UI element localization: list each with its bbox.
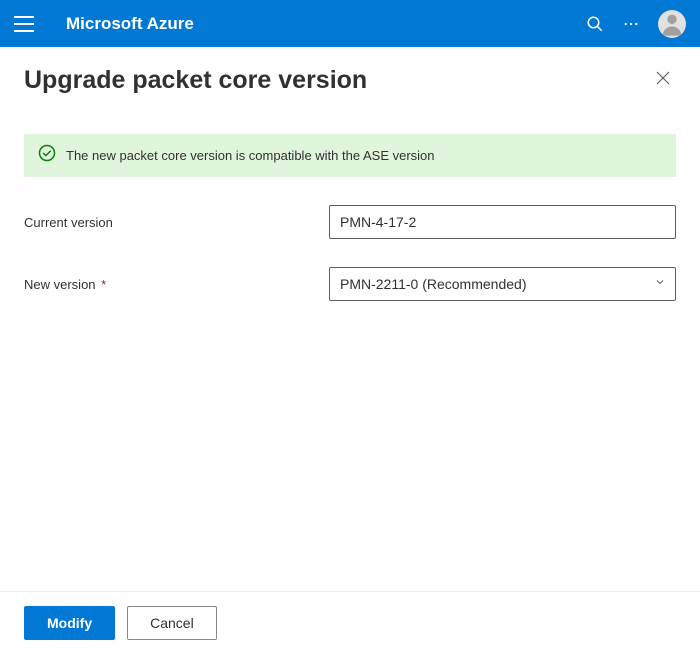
required-indicator: *: [101, 277, 106, 292]
new-version-label-text: New version: [24, 277, 96, 292]
modify-button[interactable]: Modify: [24, 606, 115, 640]
new-version-row: New version * PMN-2211-0 (Recommended): [24, 267, 676, 301]
more-icon[interactable]: [622, 15, 640, 33]
content: The new packet core version is compatibl…: [0, 114, 700, 591]
notice-text: The new packet core version is compatibl…: [66, 148, 435, 163]
compatibility-notice: The new packet core version is compatibl…: [24, 134, 676, 177]
avatar[interactable]: [658, 10, 686, 38]
page-header: Upgrade packet core version: [0, 47, 700, 114]
search-icon[interactable]: [586, 15, 604, 33]
new-version-value: PMN-2211-0 (Recommended): [329, 267, 676, 301]
new-version-select[interactable]: PMN-2211-0 (Recommended): [329, 267, 676, 301]
topbar: Microsoft Azure: [0, 0, 700, 47]
page-title: Upgrade packet core version: [24, 66, 367, 95]
menu-icon[interactable]: [14, 16, 34, 32]
topbar-actions: [586, 10, 686, 38]
footer: Modify Cancel: [0, 591, 700, 654]
current-version-row: Current version: [24, 205, 676, 239]
check-circle-icon: [38, 144, 56, 167]
current-version-input[interactable]: [329, 205, 676, 239]
brand-title: Microsoft Azure: [66, 14, 586, 34]
new-version-label: New version *: [24, 277, 329, 292]
cancel-button[interactable]: Cancel: [127, 606, 217, 640]
current-version-label: Current version: [24, 215, 329, 230]
close-icon[interactable]: [650, 65, 676, 96]
